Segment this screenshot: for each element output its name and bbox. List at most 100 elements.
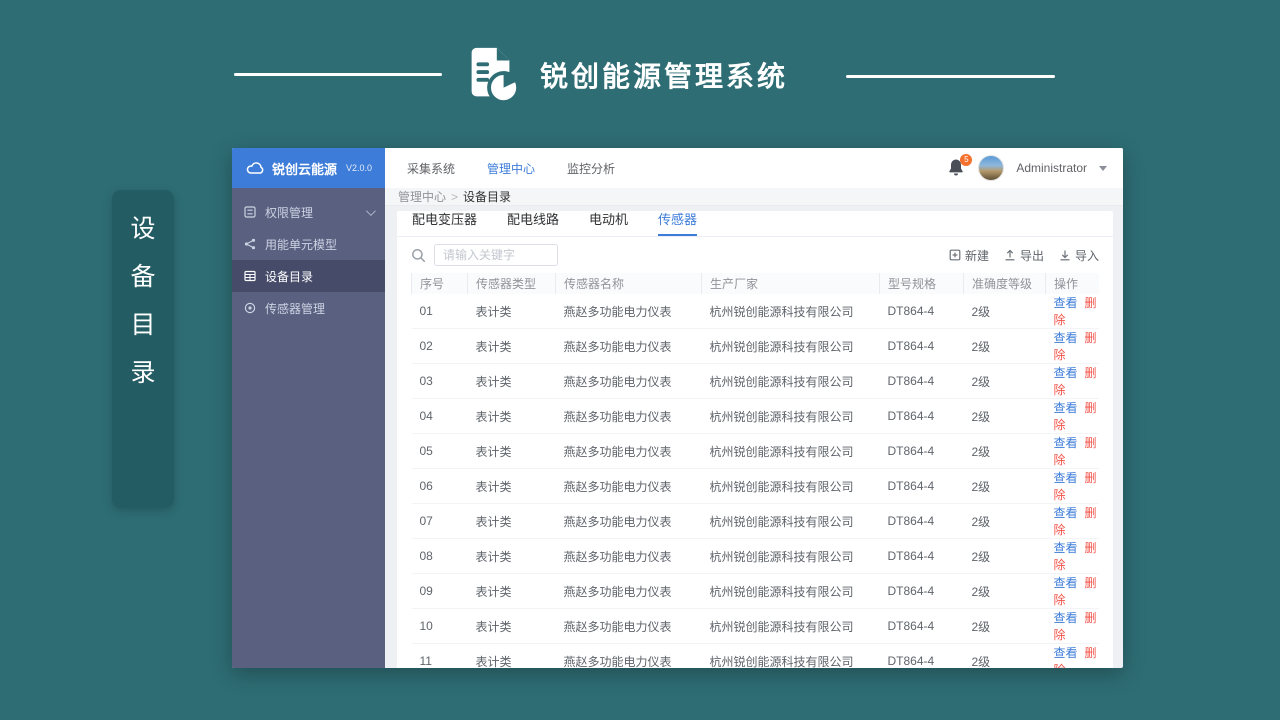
cell-model: DT864-4 [879,468,964,504]
view-link[interactable]: 查看 [1054,506,1078,520]
view-link[interactable]: 查看 [1054,401,1078,415]
cell-sensor-type: 表计类 [467,468,556,504]
export-button[interactable]: 导出 [1004,247,1044,264]
cell-manufacturer: 杭州锐创能源科技有限公司 [701,328,880,364]
breadcrumb-separator: > [451,189,459,204]
page-header: 锐创能源管理系统 [460,44,788,106]
notification-bell[interactable]: 5 [948,154,973,178]
cell-manufacturer: 杭州锐创能源科技有限公司 [701,363,880,399]
main-area: 管理中心 > 设备目录 配电变压器 配电线路 电动机 传感器 请输入关键字 新建… [385,188,1123,668]
report-document-icon [471,47,521,105]
cell-sensor-name: 燕赵多功能电力仪表 [555,573,702,609]
user-avatar[interactable] [978,155,1005,181]
create-button[interactable]: 新建 [949,247,989,264]
table-row: 11 表计类 燕赵多功能电力仪表 杭州锐创能源科技有限公司 DT864-4 2级… [411,643,1099,668]
cell-no: 03 [411,363,468,399]
create-button-label: 新建 [964,248,989,263]
cell-manufacturer: 杭州锐创能源科技有限公司 [701,503,880,539]
cell-model: DT864-4 [879,573,964,609]
tab-sensor[interactable]: 传感器 [658,209,698,236]
view-link[interactable]: 查看 [1054,611,1078,625]
sidebar-item-sensor-management[interactable]: 传感器管理 [232,292,385,324]
view-link[interactable]: 查看 [1054,366,1078,380]
view-link[interactable]: 查看 [1054,576,1078,590]
import-button[interactable]: 导入 [1059,247,1099,264]
table-row: 08 表计类 燕赵多功能电力仪表 杭州锐创能源科技有限公司 DT864-4 2级… [411,538,1099,574]
sidebar: 权限管理 用能单元模型 设备目录 传感器管理 [232,188,385,668]
view-link[interactable]: 查看 [1054,296,1078,310]
table-row: 03 表计类 燕赵多功能电力仪表 杭州锐创能源科技有限公司 DT864-4 2级… [411,363,1099,399]
cell-sensor-name: 燕赵多功能电力仪表 [555,538,702,574]
device-type-tabs: 配电变压器 配电线路 电动机 传感器 [397,211,1113,237]
sidebar-item-permissions[interactable]: 权限管理 [232,196,385,228]
sensor-table: 序号 传感器类型 传感器名称 生产厂家 型号规格 准确度等级 操作 01 表计类… [411,273,1099,668]
cell-accuracy: 2级 [963,503,1046,539]
top-right-area: 5 Administrator [948,148,1123,188]
cell-sensor-name: 燕赵多功能电力仪表 [555,398,702,434]
table-row: 02 表计类 燕赵多功能电力仪表 杭州锐创能源科技有限公司 DT864-4 2级… [411,328,1099,364]
col-header-manufacturer: 生产厂家 [701,273,880,294]
sidebar-item-energy-unit-model[interactable]: 用能单元模型 [232,228,385,260]
sidebar-item-device-catalog[interactable]: 设备目录 [232,260,385,292]
cell-no: 09 [411,573,468,609]
app-logo[interactable]: 锐创云能源 V2.0.0 [232,148,385,188]
col-header-accuracy: 准确度等级 [963,273,1046,294]
table-row: 09 表计类 燕赵多功能电力仪表 杭州锐创能源科技有限公司 DT864-4 2级… [411,573,1099,609]
cell-no: 04 [411,398,468,434]
cell-actions: 查看删除 [1045,608,1099,644]
cell-sensor-type: 表计类 [467,363,556,399]
cell-accuracy: 2级 [963,294,1046,329]
table-row: 10 表计类 燕赵多功能电力仪表 杭州锐创能源科技有限公司 DT864-4 2级… [411,608,1099,644]
permission-icon [244,206,256,218]
top-bar: 锐创云能源 V2.0.0 采集系统 管理中心 监控分析 5 Administra… [232,148,1123,188]
view-link[interactable]: 查看 [1054,471,1078,485]
nav-item-monitoring[interactable]: 监控分析 [567,160,615,177]
view-link[interactable]: 查看 [1054,541,1078,555]
view-link[interactable]: 查看 [1054,646,1078,660]
cell-actions: 查看删除 [1045,294,1099,329]
sidebar-item-label: 设备目录 [265,269,314,284]
cell-accuracy: 2级 [963,573,1046,609]
search-input[interactable] [434,244,558,266]
cell-actions: 查看删除 [1045,538,1099,574]
cell-actions: 查看删除 [1045,398,1099,434]
cell-sensor-type: 表计类 [467,643,556,668]
view-link[interactable]: 查看 [1054,436,1078,450]
breadcrumb-current: 设备目录 [463,190,512,204]
cell-manufacturer: 杭州锐创能源科技有限公司 [701,538,880,574]
tab-transformer[interactable]: 配电变压器 [412,209,477,236]
cell-model: DT864-4 [879,538,964,574]
cell-accuracy: 2级 [963,643,1046,668]
nav-item-management[interactable]: 管理中心 [487,160,535,177]
cell-sensor-name: 燕赵多功能电力仪表 [555,363,702,399]
cell-sensor-type: 表计类 [467,294,556,329]
breadcrumb-parent[interactable]: 管理中心 [398,188,446,205]
user-menu-caret-icon[interactable] [1099,165,1107,171]
table-row: 05 表计类 燕赵多功能电力仪表 杭州锐创能源科技有限公司 DT864-4 2级… [411,433,1099,469]
cell-no: 05 [411,433,468,469]
tab-distribution-line[interactable]: 配电线路 [507,209,559,236]
cell-model: DT864-4 [879,503,964,539]
cell-sensor-type: 表计类 [467,328,556,364]
table-body: 01 表计类 燕赵多功能电力仪表 杭州锐创能源科技有限公司 DT864-4 2级… [411,294,1099,668]
cell-no: 01 [411,294,468,329]
cell-accuracy: 2级 [963,328,1046,364]
cell-sensor-type: 表计类 [467,573,556,609]
tab-motor[interactable]: 电动机 [589,209,628,236]
user-name[interactable]: Administrator [1016,161,1087,175]
nav-item-collection[interactable]: 采集系统 [407,160,455,177]
cell-actions: 查看删除 [1045,363,1099,399]
import-button-label: 导入 [1074,248,1099,263]
cell-model: DT864-4 [879,433,964,469]
cell-accuracy: 2级 [963,363,1046,399]
vertical-label-char: 目 [130,311,156,339]
col-header-sensor-name: 传感器名称 [555,273,702,294]
vertical-label-device-catalog: 设 备 目 录 [112,190,174,508]
sidebar-item-label: 权限管理 [265,205,314,220]
cell-manufacturer: 杭州锐创能源科技有限公司 [701,643,880,668]
cell-actions: 查看删除 [1045,643,1099,668]
cloud-icon [246,162,264,174]
col-header-actions: 操作 [1045,273,1099,294]
cell-accuracy: 2级 [963,608,1046,644]
view-link[interactable]: 查看 [1054,331,1078,345]
